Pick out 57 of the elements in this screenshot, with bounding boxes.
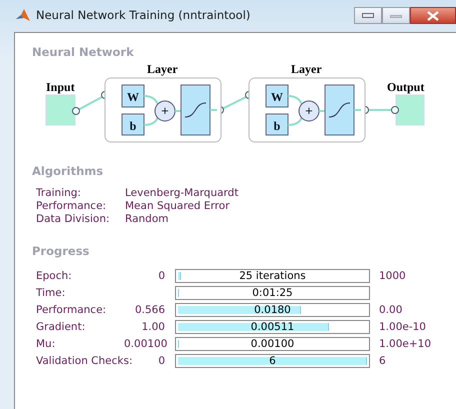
start-value: 0.566 (134, 304, 166, 316)
output-label: Output (387, 80, 424, 94)
field-label: Validation Checks: (36, 355, 134, 367)
maximize-button[interactable] (382, 7, 410, 24)
field-value: Levenberg-Marquardt (125, 187, 240, 199)
field-label: Training: (36, 187, 82, 199)
input-node (46, 94, 76, 126)
field-label: Performance: (36, 200, 108, 212)
close-button[interactable] (410, 7, 456, 24)
connector-line (319, 110, 325, 112)
end-value: 1.00e-10 (378, 321, 427, 333)
window-title: Neural Network Training (nntraintool) (36, 8, 250, 22)
input-label: Input (46, 80, 75, 94)
progress-reading: 25 iterations (239, 270, 306, 282)
start-value: 0.00100 (124, 338, 168, 350)
end-value: 1000 (378, 270, 407, 282)
field-label: Time: (36, 287, 66, 299)
bias-block: b (266, 114, 288, 136)
progress-reading: 0:01:25 (252, 287, 293, 299)
start-value: 1.00 (140, 321, 166, 333)
field-label: Epoch: (36, 270, 73, 282)
weight-block: W (122, 84, 144, 108)
sigmoid-block (324, 84, 354, 136)
weight-block: W (266, 84, 288, 108)
field-value: Random (125, 213, 170, 225)
end-value: 0.00 (378, 304, 404, 316)
sum-node: + (298, 100, 320, 122)
field-label: Performance: (36, 304, 108, 316)
peak-icon (16, 8, 30, 22)
progress-reading: 0.00511 (250, 321, 294, 333)
close-icon (427, 10, 439, 20)
sum-node: + (154, 100, 176, 122)
sigmoid-block (180, 84, 210, 136)
connector-line (287, 95, 303, 126)
layer-title: Layer (291, 62, 322, 76)
connector-line (143, 95, 159, 126)
start-value: 0 (157, 270, 166, 282)
field-value: Mean Squared Error (125, 200, 231, 212)
connector-line (210, 109, 217, 111)
connector-line (354, 109, 361, 111)
field-label: Gradient: (36, 321, 86, 333)
section-heading: Progress (31, 244, 90, 258)
section-heading: Algorithms (31, 164, 104, 178)
bias-block: b (122, 114, 144, 136)
maximize-icon (390, 12, 402, 18)
progress-reading: 0.0180 (254, 304, 291, 316)
minimize-icon (362, 12, 374, 18)
end-value: 1.00e+10 (378, 338, 432, 350)
progress-reading: 0.00100 (250, 338, 294, 350)
layer-title: Layer (147, 62, 178, 76)
end-value: 6 (378, 355, 387, 367)
section-heading: Neural Network (31, 45, 135, 59)
minimize-button[interactable] (354, 7, 382, 24)
connector-line (175, 110, 181, 112)
progress-reading: 6 (269, 355, 276, 367)
field-label: Data Division: (36, 213, 111, 225)
output-node (396, 94, 424, 126)
